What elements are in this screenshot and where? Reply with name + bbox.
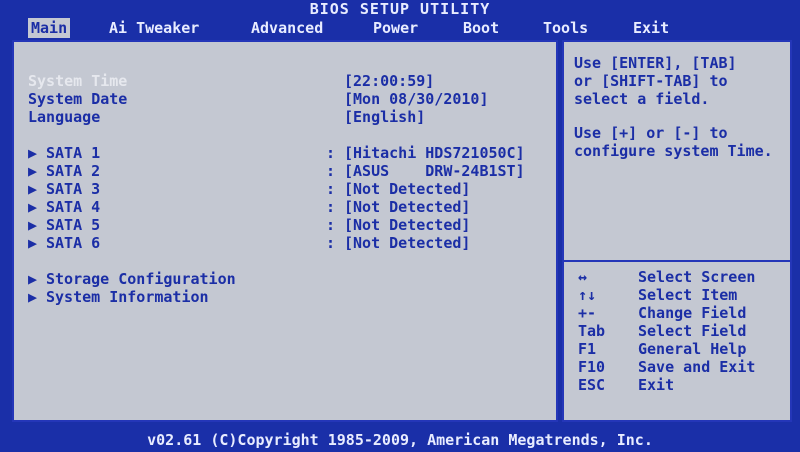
colon: : [326,216,336,234]
tab-tools[interactable]: Tools [540,18,591,38]
menu-bar: Main Ai Tweaker Advanced Power Boot Tool… [0,18,800,38]
legend-key: F10 [578,358,606,376]
sata-2-value: [ASUS DRW-24B1ST] [344,162,525,180]
system-date-value[interactable]: [Mon 08/30/2010] [344,90,489,108]
help-text-configure: Use [+] or [-] to configure system Time. [574,124,773,160]
help-divider [564,260,790,262]
left-right-arrow-icon: ↔ [578,268,588,286]
sata-6-label: SATA 6 [46,234,101,252]
help-text-navigation: Use [ENTER], [TAB] or [SHIFT-TAB] to sel… [574,54,737,108]
tab-exit[interactable]: Exit [630,18,672,38]
legend-key: F1 [578,340,597,358]
storage-configuration-label: Storage Configuration [46,270,236,288]
legend-desc: General Help [638,340,747,358]
language-label: Language [28,108,101,126]
legend-desc: Select Screen [638,268,756,286]
sata-4-value: [Not Detected] [344,198,471,216]
legend-key: +- [578,304,597,322]
colon: : [326,144,336,162]
system-time-value[interactable]: [22:00:59] [344,72,434,90]
colon: : [326,162,336,180]
legend-desc: Select Field [638,322,747,340]
sata-5-label: SATA 5 [46,216,101,234]
help-panel: Use [ENTER], [TAB] or [SHIFT-TAB] to sel… [562,40,792,422]
colon: : [326,198,336,216]
tab-ai-tweaker[interactable]: Ai Tweaker [106,18,202,38]
submenu-arrow-icon: ▶ [28,234,38,252]
sata-6-value: [Not Detected] [344,234,471,252]
legend-desc: Change Field [638,304,747,322]
sata-3-label: SATA 3 [46,180,101,198]
main-panel: System Time [22:00:59] System Date [Mon … [12,40,558,422]
submenu-arrow-icon: ▶ [28,270,38,288]
sata-3-value: [Not Detected] [344,180,471,198]
colon: : [326,180,336,198]
sata-1-value: [Hitachi HDS721050C] [344,144,525,162]
submenu-arrow-icon: ▶ [28,288,38,306]
legend-desc: Save and Exit [638,358,756,376]
tab-boot[interactable]: Boot [460,18,502,38]
bios-title: BIOS SETUP UTILITY [309,0,491,18]
sata-2-label: SATA 2 [46,162,101,180]
sata-1-label: SATA 1 [46,144,101,162]
submenu-arrow-icon: ▶ [28,198,38,216]
system-date-label: System Date [28,90,128,108]
up-down-arrow-icon: ↑↓ [578,286,597,304]
submenu-arrow-icon: ▶ [28,162,38,180]
legend-key: ESC [578,376,606,394]
sata-4-label: SATA 4 [46,198,101,216]
sata-5-value: [Not Detected] [344,216,471,234]
system-information-label: System Information [46,288,209,306]
system-time-label: System Time [28,72,128,90]
tab-advanced[interactable]: Advanced [248,18,326,38]
legend-key: Tab [578,322,606,340]
submenu-arrow-icon: ▶ [28,216,38,234]
legend-desc: Select Item [638,286,738,304]
tab-main[interactable]: Main [28,18,71,38]
language-value[interactable]: [English] [344,108,425,126]
tab-power[interactable]: Power [370,18,421,38]
colon: : [326,234,336,252]
legend-desc: Exit [638,376,675,394]
submenu-arrow-icon: ▶ [28,144,38,162]
submenu-arrow-icon: ▶ [28,180,38,198]
copyright-footer: v02.61 (C)Copyright 1985-2009, American … [147,431,653,449]
